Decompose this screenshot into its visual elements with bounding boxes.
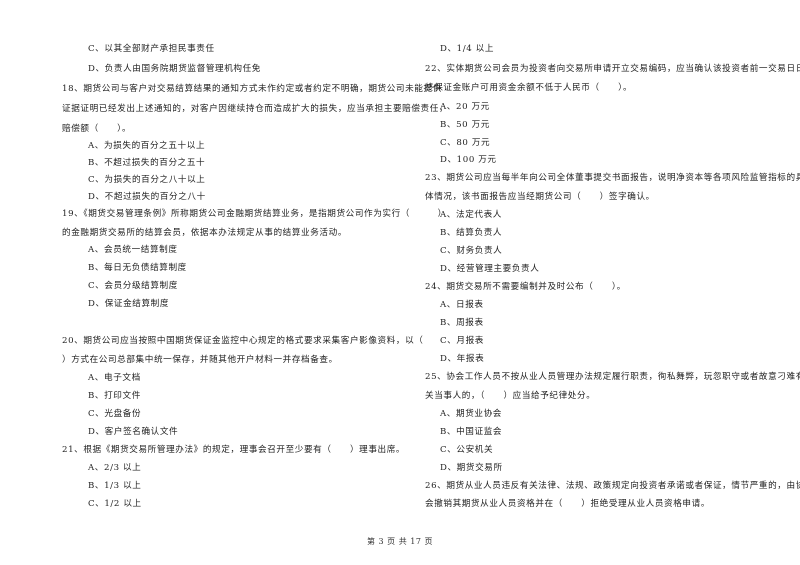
answer-option: A、会员统一结算制度 bbox=[88, 245, 178, 255]
question-text-line: 的金融期货交易所的结算会员，依据本办法规定从事的结算业务活动。 bbox=[62, 228, 348, 238]
answer-option: B、周报表 bbox=[440, 318, 484, 328]
answer-option: D、100 万元 bbox=[440, 155, 497, 165]
question-text-line: 关当事人的，（ ）应当给予纪律处分。 bbox=[425, 391, 596, 401]
answer-option: C、80 万元 bbox=[440, 138, 491, 148]
answer-option: D、1/4 以上 bbox=[440, 44, 495, 54]
question-text-line: ）方式在公司总部集中统一保存，并随其他开户材料一并存档备查。 bbox=[62, 355, 338, 365]
question-text-line: 会撤销其期货从业人员资格并在（ ）拒绝受理从业人员资格申请。 bbox=[425, 499, 711, 509]
question-text-line: 终保证金账户可用资金余额不低于人民币（ ）。 bbox=[425, 83, 633, 93]
answer-option: A、为损失的百分之五十以上 bbox=[88, 141, 206, 151]
answer-option: C、光盘备份 bbox=[88, 409, 142, 419]
answer-option: B、1/3 以上 bbox=[88, 481, 142, 491]
answer-option: C、月报表 bbox=[440, 336, 484, 346]
answer-option: D、期货交易所 bbox=[440, 463, 503, 473]
question-text-line: 赔偿额（ ）。 bbox=[62, 124, 132, 134]
answer-option: D、保证金结算制度 bbox=[88, 299, 170, 309]
answer-option: B、中国证监会 bbox=[440, 427, 503, 437]
question-text-line: 18、期货公司与客户对交易结算结果的通知方式未作约定或者约定不明确，期货公司未能… bbox=[62, 84, 442, 94]
answer-option: C、1/2 以上 bbox=[88, 499, 142, 509]
answer-option: C、公安机关 bbox=[440, 445, 494, 455]
answer-option: D、年报表 bbox=[440, 354, 485, 364]
question-text-line: 22、实体期货公司会员为投资者向交易所申请开立交易编码，应当确认该投资者前一交易… bbox=[425, 64, 800, 74]
answer-option: A、电子文档 bbox=[88, 373, 141, 383]
question-text-line: 25、协会工作人员不按从业人员管理办法规定履行职责，徇私舞弊，玩忽职守或者故意刁… bbox=[425, 372, 800, 382]
answer-option: B、50 万元 bbox=[440, 120, 490, 130]
page-footer: 第 3 页 共 17 页 bbox=[367, 537, 433, 546]
answer-option: D、经营管理主要负责人 bbox=[440, 264, 540, 274]
answer-option: A、2/3 以上 bbox=[88, 463, 142, 473]
answer-option: A、日报表 bbox=[440, 300, 484, 310]
document-page: C、以其全部财产承担民事责任 D、负责人由国务院期货监督管理机构任免 18、期货公司… bbox=[0, 0, 800, 565]
question-text-line: 24、期货交易所不需要编制并及时公布（ ）。 bbox=[425, 282, 626, 292]
question-text-line: 体情况，该书面报告应当经期货公司（ ）签字确认。 bbox=[425, 192, 655, 202]
question-text-line: 证据证明已经发出上述通知的，对客户因继续持仓而造成扩大的损失，应当承担主要赔偿责… bbox=[62, 104, 449, 114]
question-text-line: 20、期货公司应当按照中国期货保证金监控中心规定的格式要求采集客户影像资料，以（ bbox=[62, 336, 424, 346]
answer-option: B、打印文件 bbox=[88, 391, 141, 401]
answer-option: A、期货业协会 bbox=[440, 409, 502, 419]
question-text-line: 19、《期货交易管理条例》所称期货公司金融期货结算业务，是指期货公司作为实行（ … bbox=[62, 209, 447, 219]
answer-option: A、20 万元 bbox=[440, 102, 490, 112]
answer-option: D、不超过损失的百分之八十 bbox=[88, 192, 206, 202]
question-text-line: 23、期货公司应当每半年向公司全体董事提交书面报告，说明净资本等各项风险监管指标… bbox=[425, 173, 800, 183]
answer-option: C、为损失的百分之八十以上 bbox=[88, 175, 206, 185]
answer-option: C、以其全部财产承担民事责任 bbox=[88, 44, 215, 54]
answer-option: B、每日无负债结算制度 bbox=[88, 263, 187, 273]
answer-option: D、客户签名确认文件 bbox=[88, 427, 179, 437]
question-text-line: 26、期货从业人员违反有关法律、法规、政策规定向投资者承诺或者保证，情节严重的，… bbox=[425, 481, 800, 491]
answer-option: D、负责人由国务院期货监督管理机构任免 bbox=[88, 64, 261, 74]
answer-option: A、法定代表人 bbox=[440, 210, 502, 220]
answer-option: B、不超过损失的百分之五十 bbox=[88, 158, 206, 168]
answer-option: C、会员分级结算制度 bbox=[88, 281, 178, 291]
answer-option: B、结算负责人 bbox=[440, 228, 503, 238]
question-text-line: 21、根据《期货交易所管理办法》的规定，理事会召开至少要有（ ）理事出席。 bbox=[62, 445, 406, 455]
answer-option: C、财务负责人 bbox=[440, 246, 503, 256]
